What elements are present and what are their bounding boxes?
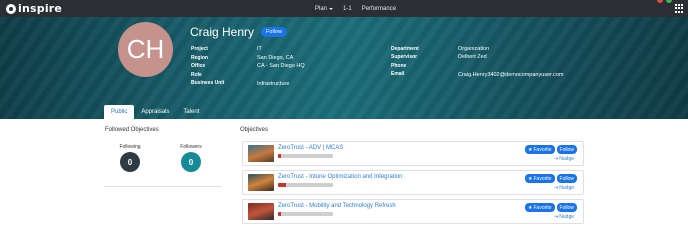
status-dot-icon	[666, 0, 672, 3]
status-dots	[657, 0, 672, 3]
project-value: IT	[257, 46, 262, 52]
follow-objective-button[interactable]: Follow	[556, 203, 577, 212]
objective-progress-bar	[278, 183, 333, 187]
favorite-button[interactable]: ★ Favorite	[525, 203, 555, 212]
office-label: Office	[191, 63, 206, 69]
followers-label: Followers	[180, 144, 202, 150]
chevron-down-icon	[329, 7, 334, 10]
nudge-link[interactable]: ⇥ Nudge	[554, 214, 574, 220]
follow-label: Follow	[559, 146, 574, 153]
objective-progress-fill	[278, 183, 287, 187]
objective-thumbnail	[248, 174, 274, 191]
favorite-label: Favorite	[533, 204, 552, 211]
phone-label: Phone	[391, 63, 407, 69]
followers-count[interactable]: 0	[181, 152, 201, 172]
nudge-icon: ⇥	[554, 156, 559, 162]
top-navbar: inspire Plan 1-1 Performance	[0, 0, 688, 17]
role-label: Role	[191, 72, 202, 78]
objective-actions: ★ Favorite Follow	[525, 145, 577, 154]
business-unit-label: Business Unit	[191, 80, 225, 86]
following-label: Following	[119, 144, 141, 150]
brand-logo[interactable]: inspire	[6, 2, 62, 15]
follow-button[interactable]: Follow	[261, 27, 287, 37]
nav-item-label: 1-1	[343, 5, 352, 12]
following-stat[interactable]: Following 0	[110, 144, 150, 172]
objective-title[interactable]: ZeroTrust - Intune Optimization and Inte…	[278, 174, 403, 180]
objective-title[interactable]: ZeroTrust - Mobility and Technology Refr…	[278, 203, 396, 209]
nudge-label: Nudge	[559, 185, 574, 191]
tab-appraisals[interactable]: Appraisals	[134, 105, 176, 119]
objective-progress-fill	[278, 154, 281, 158]
profile-banner: CH Craig Henry Follow Project IT Region …	[0, 17, 688, 119]
tab-talent[interactable]: Talent	[176, 105, 206, 119]
star-icon: ★	[528, 146, 533, 153]
follow-label: Follow	[559, 175, 574, 182]
star-icon: ★	[528, 204, 533, 211]
nav-item-performance[interactable]: Performance	[362, 6, 396, 12]
follow-objective-button[interactable]: Follow	[556, 174, 577, 183]
top-nav-menu: Plan 1-1 Performance	[315, 0, 396, 17]
followed-objectives-title: Followed Objectives	[105, 127, 159, 133]
brand-name: inspire	[18, 2, 63, 15]
objectives-title: Objectives	[240, 127, 269, 133]
profile-name: Craig Henry	[190, 25, 255, 39]
project-label: Project	[191, 46, 208, 52]
nudge-link[interactable]: ⇥ Nudge	[554, 185, 574, 191]
objective-thumbnail	[248, 145, 274, 162]
objective-card: ZeroTrust - Mobility and Technology Refr…	[242, 199, 584, 224]
nudge-link[interactable]: ⇥ Nudge	[554, 156, 574, 162]
objective-title[interactable]: ZeroTrust - ADV | MCAS	[278, 145, 343, 151]
section-divider	[104, 186, 222, 187]
email-value[interactable]: Craig.Henry3402@democompanyuser.com	[458, 72, 564, 79]
nudge-icon: ⇥	[554, 214, 559, 220]
favorite-label: Favorite	[533, 146, 552, 153]
logo-icon	[6, 3, 16, 14]
supervisor-label: Supervisor	[391, 54, 418, 60]
region-value: San Diego, CA	[257, 55, 294, 61]
follow-objective-button[interactable]: Follow	[556, 145, 577, 154]
nudge-label: Nudge	[559, 214, 574, 220]
objective-card: ZeroTrust - ADV | MCAS ★ Favorite Follow …	[242, 141, 584, 166]
favorite-button[interactable]: ★ Favorite	[525, 145, 555, 154]
follow-label: Follow	[559, 204, 574, 211]
nav-item-one-on-one[interactable]: 1-1	[343, 6, 352, 12]
objective-progress-bar	[278, 212, 333, 216]
email-label: Email	[391, 71, 405, 77]
objective-card: ZeroTrust - Intune Optimization and Inte…	[242, 170, 584, 195]
apps-grid-icon[interactable]	[675, 4, 684, 13]
nav-item-plan[interactable]: Plan	[315, 5, 334, 12]
objective-progress-bar	[278, 154, 333, 158]
department-value: Organization	[458, 46, 490, 52]
supervisor-value: Delbert Zed	[458, 54, 487, 60]
favorite-label: Favorite	[533, 175, 552, 182]
tab-public[interactable]: Public	[104, 105, 135, 119]
objective-progress-fill	[278, 212, 281, 216]
nav-item-label: Performance	[361, 5, 397, 12]
objective-actions: ★ Favorite Follow	[525, 203, 577, 212]
status-dot-icon	[657, 0, 663, 3]
profile-tabs: Public Appraisals Talent	[104, 105, 206, 119]
objective-actions: ★ Favorite Follow	[525, 174, 577, 183]
avatar: CH	[118, 22, 173, 77]
nudge-icon: ⇥	[554, 185, 559, 191]
star-icon: ★	[528, 175, 533, 182]
favorite-button[interactable]: ★ Favorite	[525, 174, 555, 183]
business-unit-value: Infrastructure	[257, 81, 290, 87]
nudge-label: Nudge	[559, 156, 574, 162]
office-value: CA - San Diego HQ	[257, 63, 305, 69]
region-label: Region	[191, 55, 208, 61]
following-count[interactable]: 0	[120, 152, 140, 172]
department-label: Department	[391, 46, 419, 52]
followers-stat[interactable]: Followers 0	[171, 144, 211, 172]
objective-thumbnail	[248, 203, 274, 220]
nav-item-label: Plan	[315, 5, 328, 12]
